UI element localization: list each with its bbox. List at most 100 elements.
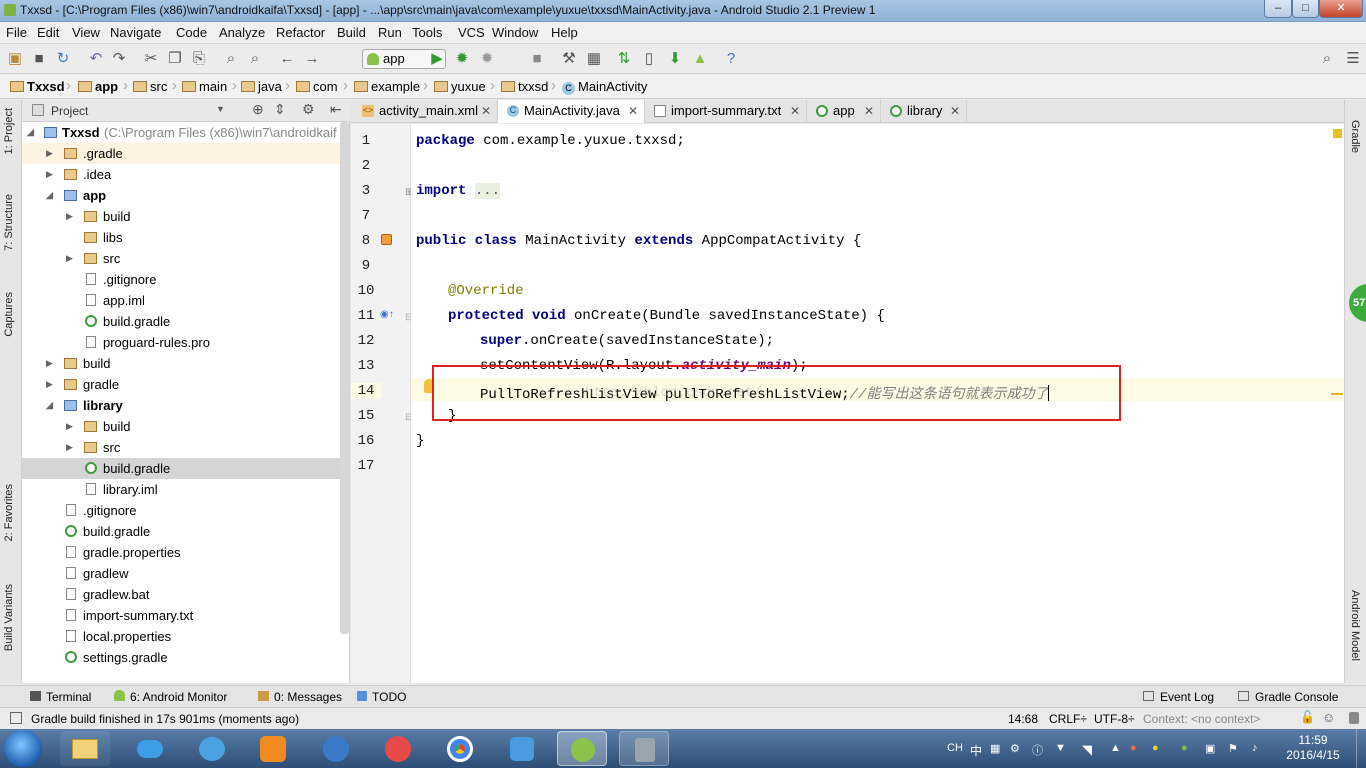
tree-item[interactable]: ▶ build <box>22 416 340 437</box>
expand-arrow-icon[interactable]: ▶ <box>46 353 53 374</box>
tab-library[interactable]: library ✕ <box>881 100 967 123</box>
tab-mainactivity-java[interactable]: C MainActivity.java ✕ <box>498 100 645 123</box>
close-tab-icon[interactable]: ✕ <box>790 100 800 122</box>
start-button[interactable] <box>4 730 42 767</box>
inspection-status-icon[interactable] <box>1333 129 1342 138</box>
tree-item[interactable]: ◢ library <box>22 395 340 416</box>
avd-manager-icon[interactable]: ▯ <box>640 50 658 68</box>
android-device-monitor-icon[interactable]: ▲ <box>691 50 709 68</box>
sdk-download-icon[interactable]: ⬇ <box>666 50 684 68</box>
settings-icon[interactable]: ⚙ <box>1010 742 1020 755</box>
close-button[interactable]: ✕ <box>1319 0 1363 18</box>
tool-build-variants[interactable]: Build Variants <box>3 584 15 651</box>
project-view-select[interactable]: Project <box>51 104 88 118</box>
keyboard-icon[interactable]: ▦ <box>990 742 1000 755</box>
tree-item[interactable]: ▶ .gradle <box>22 143 340 164</box>
replace-icon[interactable]: ⌕ <box>246 50 264 68</box>
tree-item[interactable]: ▶ build <box>22 206 340 227</box>
taskbar-video-player[interactable] <box>373 731 423 766</box>
expand-arrow-icon[interactable]: ▶ <box>66 206 73 227</box>
override-method-icon[interactable]: ◉↑ <box>380 309 394 320</box>
expand-arrow-icon[interactable]: ▶ <box>66 248 73 269</box>
crumb-yuxue[interactable]: yuxue <box>434 79 486 94</box>
tree-item[interactable]: proguard-rules.pro <box>22 332 340 353</box>
taskbar-media-player[interactable] <box>311 731 361 766</box>
language-indicator[interactable]: CH <box>947 742 963 754</box>
tree-item[interactable]: ▶ .idea <box>22 164 340 185</box>
tree-item[interactable]: .gitignore <box>22 269 340 290</box>
tab-android-monitor[interactable]: 6: Android Monitor <box>114 690 227 704</box>
menu-file[interactable]: File <box>6 25 27 40</box>
chevron-down-icon[interactable]: ▼ <box>216 104 225 114</box>
menu-icon[interactable]: ☰ <box>1344 50 1362 68</box>
run-icon[interactable]: ▶ <box>428 50 446 68</box>
tree-item[interactable]: local.properties <box>22 626 340 647</box>
tree-item[interactable]: library.iml <box>22 479 340 500</box>
menu-edit[interactable]: Edit <box>37 25 59 40</box>
tab-messages[interactable]: 0: Messages <box>258 690 342 704</box>
expand-arrow-icon[interactable]: ▶ <box>46 374 53 395</box>
project-scrollbar[interactable] <box>340 122 349 634</box>
tree-item[interactable]: ▶ build <box>22 353 340 374</box>
tree-item[interactable]: ▶ src <box>22 248 340 269</box>
tab-todo[interactable]: TODO <box>357 690 406 704</box>
taskbar-cloud[interactable] <box>125 731 175 766</box>
maximize-button[interactable]: □ <box>1292 0 1319 18</box>
clock[interactable]: 11:59 2016/4/15 <box>1278 733 1348 763</box>
tool-android-model[interactable]: Android Model <box>1349 590 1361 661</box>
menu-refactor[interactable]: Refactor <box>276 25 325 40</box>
menu-analyze[interactable]: Analyze <box>219 25 265 40</box>
tool-windows-toggle-icon[interactable] <box>10 712 22 724</box>
tree-item[interactable]: ◢ Txxsd (C:\Program Files (x86)\win7\andro… <box>22 122 340 143</box>
gradle-sync-icon[interactable]: ⇅ <box>615 50 633 68</box>
crumb-main[interactable]: main <box>182 79 227 94</box>
show-hidden-icons[interactable]: ▲ <box>1110 742 1121 754</box>
undo-icon[interactable]: ↶ <box>87 50 105 68</box>
copy-icon[interactable]: ❐ <box>166 50 184 68</box>
tree-item[interactable]: app.iml <box>22 290 340 311</box>
sync-icon[interactable]: ↻ <box>54 50 72 68</box>
tray-app-icon[interactable]: ▣ <box>1205 742 1215 755</box>
android-component-icon[interactable] <box>381 234 392 245</box>
expand-arrow-icon[interactable]: ▶ <box>46 143 53 164</box>
file-encoding[interactable]: UTF-8÷ <box>1094 712 1135 726</box>
tool-structure[interactable]: 7: Structure <box>3 194 15 251</box>
tab-import-summary[interactable]: import-summary.txt ✕ <box>645 100 807 123</box>
volume-icon[interactable]: ♪ <box>1252 742 1258 754</box>
close-tab-icon[interactable]: ✕ <box>628 100 638 122</box>
chevron-down-icon[interactable]: ▼ <box>1055 742 1066 754</box>
show-desktop-button[interactable] <box>1356 729 1366 768</box>
tab-terminal[interactable]: Terminal <box>30 690 91 704</box>
minimize-button[interactable]: – <box>1264 0 1292 18</box>
search-everywhere-icon[interactable]: ⌕ <box>1318 50 1336 68</box>
taskbar-emulator[interactable] <box>619 731 669 766</box>
close-tab-icon[interactable]: ✕ <box>481 100 491 122</box>
caret-position[interactable]: 14:68 <box>1008 712 1038 726</box>
tab-event-log[interactable]: Event Log <box>1143 690 1214 704</box>
context-selector[interactable]: Context: <no context> <box>1143 712 1260 726</box>
expand-arrow-icon[interactable]: ▶ <box>46 164 53 185</box>
action-center-icon[interactable]: ⚑ <box>1228 742 1238 755</box>
menu-vcs[interactable]: VCS <box>458 25 485 40</box>
crumb-app[interactable]: app <box>78 79 118 94</box>
crumb-src[interactable]: src <box>133 79 167 94</box>
close-tab-icon[interactable]: ✕ <box>950 100 960 122</box>
menu-tools[interactable]: Tools <box>412 25 442 40</box>
paste-icon[interactable]: ⎘ <box>190 50 208 68</box>
menu-code[interactable]: Code <box>176 25 207 40</box>
taskbar-chrome[interactable] <box>435 731 485 766</box>
tool-favorites[interactable]: 2: Favorites <box>3 484 15 541</box>
event-indicator-icon[interactable] <box>1349 712 1359 724</box>
tray-app-icon[interactable]: ● <box>1152 742 1159 754</box>
debug-icon[interactable]: ✹ <box>453 50 471 68</box>
tool-project[interactable]: 1: Project <box>3 108 15 154</box>
menu-navigate[interactable]: Navigate <box>110 25 161 40</box>
tree-item[interactable]: ◢ app <box>22 185 340 206</box>
taskbar-uc-browser[interactable] <box>248 731 298 766</box>
hide-panel-icon[interactable]: ⇤ <box>330 101 342 118</box>
collapse-all-icon[interactable]: ⇕ <box>274 101 286 118</box>
tree-item[interactable]: gradle.properties <box>22 542 340 563</box>
expand-arrow-icon[interactable]: ▶ <box>66 437 73 458</box>
taskbar-explorer[interactable] <box>60 731 110 766</box>
line-separator[interactable]: CRLF÷ <box>1049 712 1087 726</box>
